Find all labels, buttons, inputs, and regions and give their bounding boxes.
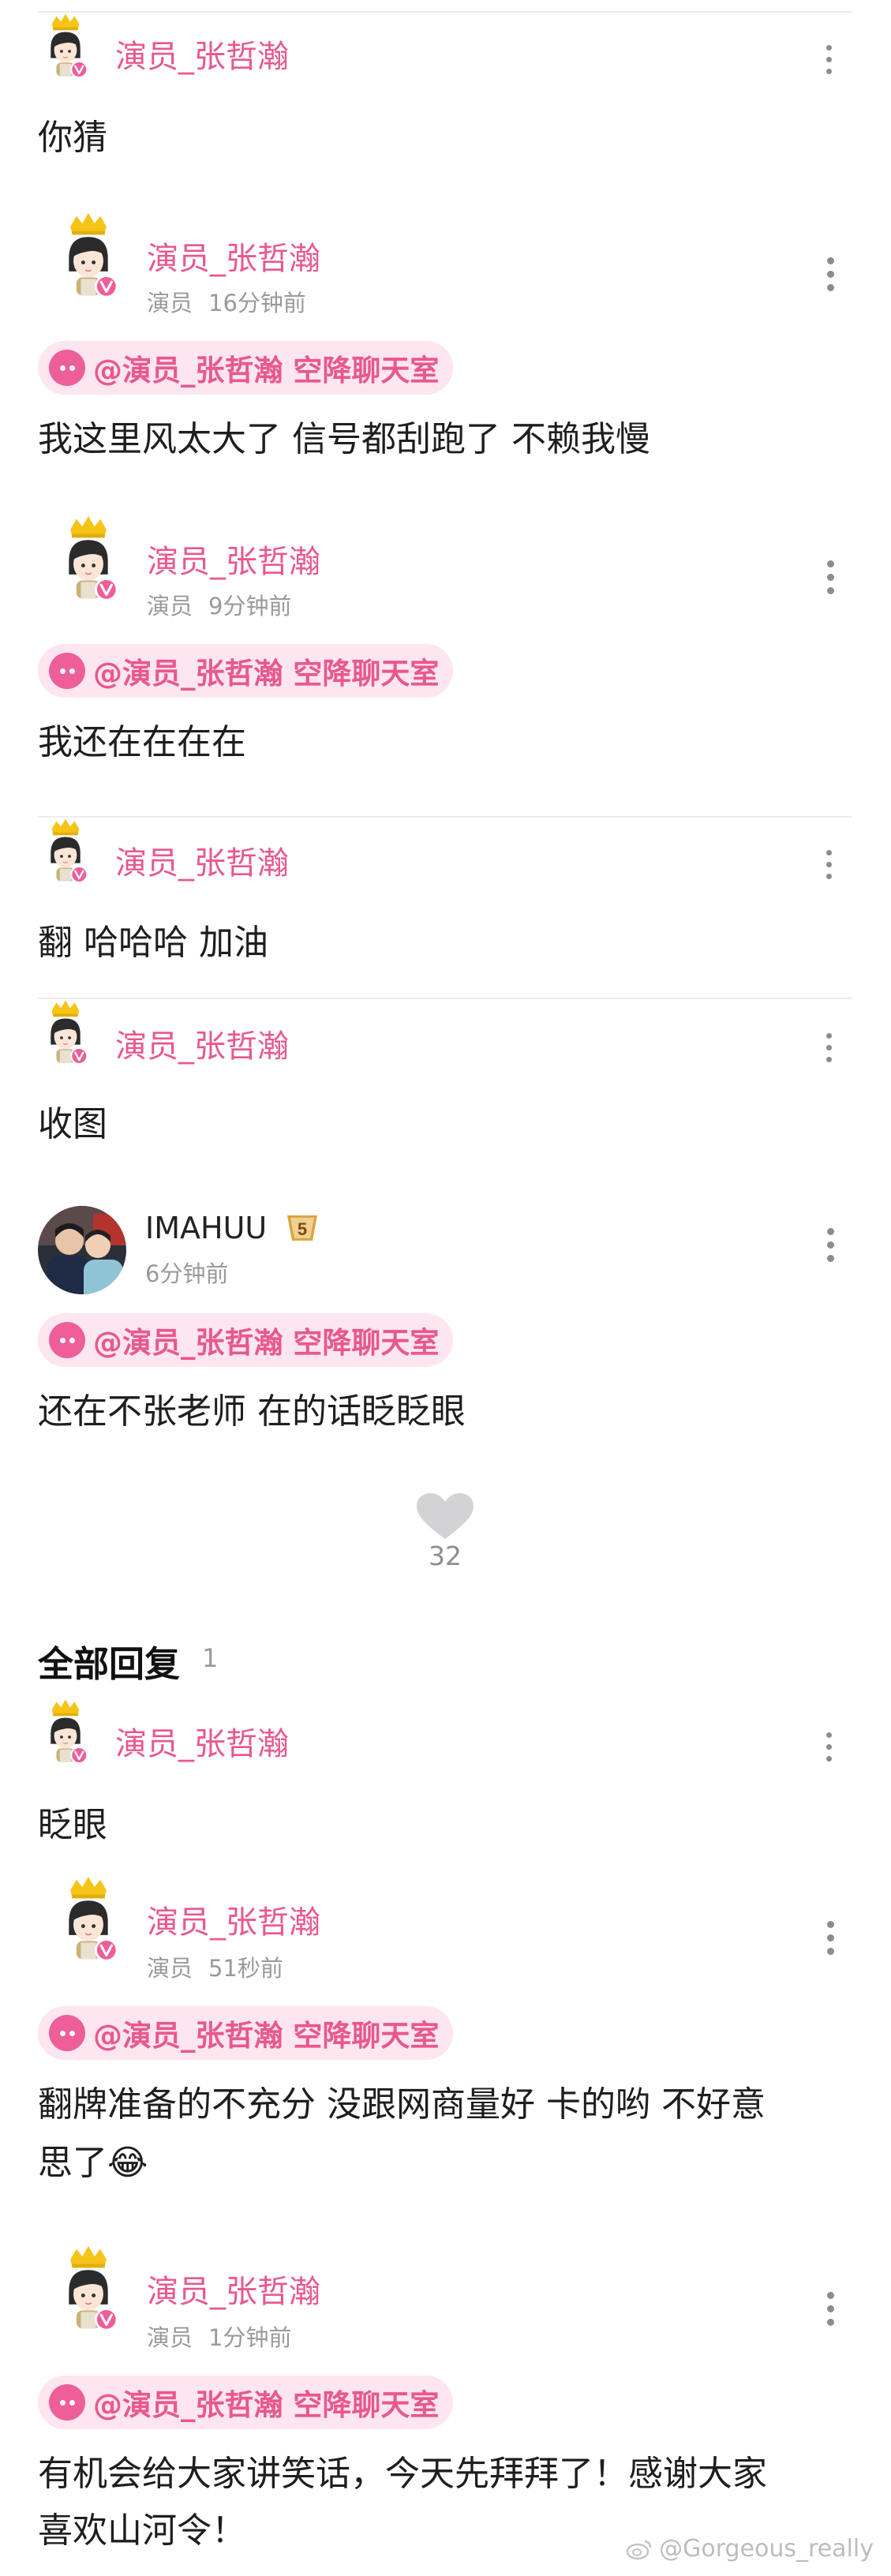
verified-badge-icon <box>95 1938 118 1962</box>
replies-section-title: 全部回复 <box>38 1643 181 1685</box>
chatroom-tag[interactable]: @演员_张哲瀚 空降聊天室 <box>38 2376 454 2429</box>
like-button[interactable] <box>414 1492 477 1545</box>
comment-text: 翻 哈哈哈 加油 <box>38 923 268 963</box>
chat-bubble-icon <box>49 1322 85 1358</box>
comment-text: 眨眼 <box>38 1805 107 1845</box>
username[interactable]: 演员_张哲瀚 <box>147 543 320 581</box>
timestamp: 16分钟前 <box>208 290 306 316</box>
comment-text: 收图 <box>38 1104 107 1144</box>
avatar[interactable] <box>43 13 88 80</box>
comment-text-line: 喜欢山河令！ <box>38 2510 246 2551</box>
timestamp: 6分钟前 <box>145 1260 229 1287</box>
more-options-icon[interactable] <box>817 837 840 892</box>
username[interactable]: 演员_张哲瀚 <box>115 1725 289 1763</box>
chatroom-tag[interactable]: @演员_张哲瀚 空降聊天室 <box>38 341 454 395</box>
avatar[interactable] <box>58 212 118 300</box>
avatar[interactable] <box>43 1698 88 1765</box>
watermark: @Gorgeous_really <box>626 2535 874 2563</box>
chatroom-tag[interactable]: @演员_张哲瀚 空降聊天室 <box>38 644 454 698</box>
username[interactable]: 演员_张哲瀚 <box>147 2273 320 2311</box>
chat-bubble-icon <box>49 2015 85 2051</box>
chat-bubble-icon <box>49 2384 85 2421</box>
comment-text: 还在不张老师 在的话眨眨眼 <box>38 1391 466 1432</box>
verified-badge-icon <box>70 865 88 884</box>
chatroom-tag-label: @演员_张哲瀚 空降聊天室 <box>93 657 440 691</box>
timestamp: 9分钟前 <box>208 593 292 620</box>
comment-text-line: 翻牌准备的不充分 没跟网商量好 卡的哟 不好意 <box>38 2084 766 2125</box>
avatar[interactable] <box>58 515 118 603</box>
username[interactable]: 演员_张哲瀚 <box>115 844 289 882</box>
more-options-icon[interactable] <box>818 1217 842 1272</box>
more-options-icon[interactable] <box>818 1910 842 1965</box>
comment-text: 我还在在在在 <box>38 722 246 762</box>
username[interactable]: 演员_张哲瀚 <box>115 1028 289 1065</box>
crown-icon <box>70 212 107 235</box>
avatar[interactable] <box>43 818 88 885</box>
crown-icon <box>51 818 80 836</box>
chatroom-tag-label: @演员_张哲瀚 空降聊天室 <box>93 354 440 388</box>
chatroom-tag[interactable]: @演员_张哲瀚 空降聊天室 <box>38 1313 454 1367</box>
chatroom-tag-label: @演员_张哲瀚 空降聊天室 <box>93 2019 440 2053</box>
username[interactable]: 演员_张哲瀚 <box>147 240 320 278</box>
user-role: 演员 <box>147 290 193 316</box>
chat-bubble-icon <box>49 653 85 689</box>
comment-text-line: 思了😂 <box>38 2143 148 2183</box>
weibo-logo-icon <box>626 2540 652 2559</box>
avatar[interactable] <box>38 1206 126 1294</box>
crown-icon <box>70 1876 107 1899</box>
crown-icon <box>51 1000 80 1017</box>
avatar[interactable] <box>58 1875 118 1964</box>
comment-text-line: 有机会给大家讲笑话，今天先拜拜了！感谢大家 <box>38 2454 767 2494</box>
comment-text: 你猜 <box>38 118 107 158</box>
verified-badge-icon <box>70 1746 88 1765</box>
avatar[interactable] <box>58 2245 118 2333</box>
timestamp: 51秒前 <box>208 1955 283 1982</box>
user-role: 演员 <box>147 2324 193 2351</box>
avatar[interactable] <box>43 999 88 1066</box>
username[interactable]: IMAHUU <box>145 1209 267 1247</box>
level-number: 5 <box>298 1219 307 1239</box>
verified-badge-icon <box>95 275 118 298</box>
crown-icon <box>70 515 107 538</box>
username[interactable]: 演员_张哲瀚 <box>147 1904 320 1941</box>
crown-icon <box>51 13 80 31</box>
chat-bubble-icon <box>49 350 85 386</box>
chatroom-tag-label: @演员_张哲瀚 空降聊天室 <box>93 1326 440 1360</box>
comment-text: 我这里风太大了 信号都刮跑了 不赖我慢 <box>38 419 650 459</box>
timestamp: 1分钟前 <box>208 2324 292 2351</box>
divider <box>38 816 852 818</box>
verified-badge-icon <box>95 578 118 601</box>
user-role: 演员 <box>147 1955 193 1982</box>
crown-icon <box>51 1699 80 1717</box>
more-options-icon[interactable] <box>817 32 840 87</box>
chatroom-tag-label: @演员_张哲瀚 空降聊天室 <box>93 2388 440 2422</box>
more-options-icon[interactable] <box>818 246 842 301</box>
verified-badge-icon <box>70 1046 88 1065</box>
replies-count: 1 <box>202 1643 219 1673</box>
username[interactable]: 演员_张哲瀚 <box>115 38 289 76</box>
divider <box>38 998 852 999</box>
more-options-icon[interactable] <box>817 1020 840 1075</box>
divider <box>38 11 852 13</box>
more-options-icon[interactable] <box>817 1719 840 1774</box>
level-badge: 5 <box>284 1212 320 1247</box>
user-role: 演员 <box>147 593 193 620</box>
crown-icon <box>70 2245 107 2268</box>
chatroom-tag[interactable]: @演员_张哲瀚 空降聊天室 <box>38 2006 454 2060</box>
verified-badge-icon <box>95 2308 118 2331</box>
more-options-icon[interactable] <box>818 549 842 605</box>
verified-badge-icon <box>70 60 88 79</box>
like-count: 32 <box>429 1541 462 1571</box>
more-options-icon[interactable] <box>818 2281 842 2336</box>
heart-icon <box>417 1493 474 1539</box>
watermark-text: @Gorgeous_really <box>659 2535 874 2563</box>
